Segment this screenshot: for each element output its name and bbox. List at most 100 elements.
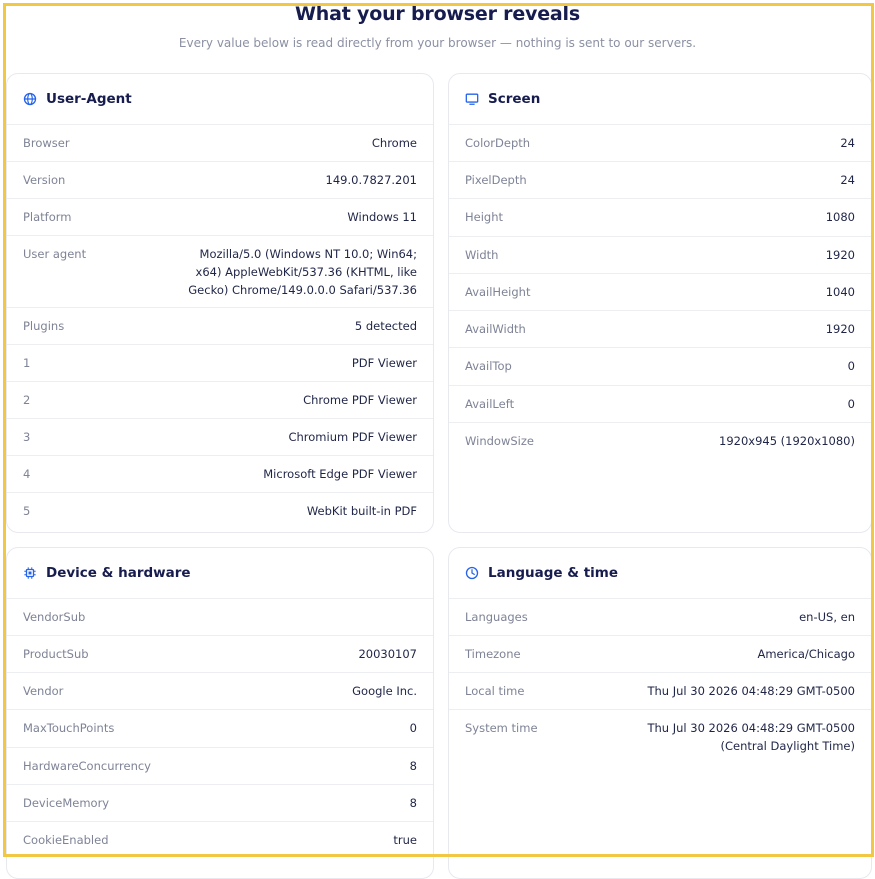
row-label: Vendor: [23, 684, 64, 698]
table-row: HardwareConcurrency 8: [7, 748, 433, 785]
table-row: AvailHeight 1040: [449, 274, 871, 311]
row-label: Version: [23, 173, 66, 187]
row-label: Platform: [23, 210, 72, 224]
row-value: 20030107: [358, 647, 417, 661]
row-value: 1080: [825, 210, 855, 224]
table-row: Width 1920: [449, 237, 871, 274]
row-label: AvailWidth: [465, 322, 526, 336]
table-row: Version 149.0.7827.201: [7, 162, 433, 199]
table-row: System time Thu Jul 30 2026 04:48:29 GMT-…: [449, 710, 871, 766]
table-row: Timezone America/Chicago: [449, 636, 871, 673]
row-label: AvailLeft: [465, 397, 515, 411]
row-label: ColorDepth: [465, 136, 531, 150]
row-value: true: [393, 833, 417, 847]
row-label: DeviceMemory: [23, 796, 110, 810]
row-label: VendorSub: [23, 610, 86, 624]
row-label: Plugins: [23, 319, 65, 333]
table-row: 5 WebKit built-in PDF: [7, 493, 433, 530]
table-row: WindowSize 1920x945 (1920x1080): [449, 423, 871, 460]
row-value: 1920: [825, 322, 855, 336]
row-label: ProductSub: [23, 647, 89, 661]
row-label: 4: [23, 467, 31, 481]
card-header: Device & hardware: [7, 548, 433, 599]
row-label: Width: [465, 248, 499, 262]
clock-icon: [465, 566, 479, 580]
table-row: CookieEnabled true: [7, 822, 433, 859]
card-header: Language & time: [449, 548, 871, 599]
globe-icon: [23, 92, 37, 106]
row-label: Local time: [465, 684, 525, 698]
row-value: Thu Jul 30 2026 04:48:29 GMT-0500: [647, 684, 855, 698]
row-value: 1040: [825, 285, 855, 299]
row-value: 1920: [825, 248, 855, 262]
screen-card: Screen ColorDepth 24 PixelDepth 24 Height 1…: [448, 73, 872, 533]
monitor-icon: [465, 92, 479, 106]
table-row: 3 Chromium PDF Viewer: [7, 419, 433, 456]
table-row: Local time Thu Jul 30 2026 04:48:29 GMT-0…: [449, 673, 871, 710]
row-label: PixelDepth: [465, 173, 527, 187]
row-value: Chrome PDF Viewer: [303, 393, 417, 407]
language-time-card: Language & time Languages en-US, en Timez…: [448, 547, 872, 879]
table-row: ColorDepth 24: [449, 125, 871, 162]
row-label: CookieEnabled: [23, 833, 109, 847]
row-label: MaxTouchPoints: [23, 721, 115, 735]
row-value: Mozilla/5.0 (Windows NT 10.0; Win64; x64…: [188, 247, 417, 297]
row-value: 0: [847, 397, 855, 411]
row-value: 1920x945 (1920x1080): [719, 434, 855, 448]
row-label: 2: [23, 393, 31, 407]
row-value: Google Inc.: [352, 684, 417, 698]
row-value: 24: [840, 173, 855, 187]
row-label: Height: [465, 210, 504, 224]
row-value: 0: [847, 359, 855, 373]
row-label: User agent: [23, 247, 87, 261]
table-row: Platform Windows 11: [7, 199, 433, 236]
table-row: 2 Chrome PDF Viewer: [7, 382, 433, 419]
row-value: Chromium PDF Viewer: [288, 430, 417, 444]
row-value: Chrome: [371, 136, 417, 150]
row-label: System time: [465, 721, 538, 735]
row-label: Browser: [23, 136, 70, 150]
table-row: AvailLeft 0: [449, 386, 871, 423]
card-header: Screen: [449, 74, 871, 125]
table-row: Plugins 5 detected: [7, 308, 433, 345]
row-label: Timezone: [465, 647, 521, 661]
table-row: ProductSub 20030107: [7, 636, 433, 673]
table-row: Vendor Google Inc.: [7, 673, 433, 710]
row-value: Microsoft Edge PDF Viewer: [263, 467, 417, 481]
user-agent-card: User-Agent Browser Chrome Version 149.0.78…: [6, 73, 434, 533]
row-label: Languages: [465, 610, 528, 624]
row-value: Windows 11: [347, 210, 417, 224]
row-value: 8: [409, 759, 417, 773]
card-title: Device & hardware: [46, 565, 191, 581]
table-row: Height 1080: [449, 199, 871, 237]
page-title: What your browser reveals: [295, 3, 580, 25]
row-value: 24: [840, 136, 855, 150]
table-row: Browser Chrome: [7, 125, 433, 162]
row-value: Thu Jul 30 2026 04:48:29 GMT-0500 (Centr…: [647, 721, 855, 753]
row-value: 5 detected: [354, 319, 417, 333]
row-label: 3: [23, 430, 31, 444]
row-value: PDF Viewer: [351, 356, 417, 370]
row-label: AvailHeight: [465, 285, 531, 299]
card-title: Screen: [488, 91, 541, 107]
table-row: VendorSub: [7, 599, 433, 636]
row-label: 5: [23, 504, 31, 518]
table-row: 4 Microsoft Edge PDF Viewer: [7, 456, 433, 493]
row-value: America/Chicago: [757, 647, 855, 661]
table-row: 1 PDF Viewer: [7, 345, 433, 382]
row-label: AvailTop: [465, 359, 512, 373]
row-label: WindowSize: [465, 434, 534, 448]
row-label: HardwareConcurrency: [23, 759, 151, 773]
table-row: User agent Mozilla/5.0 (Windows NT 10.0; …: [7, 236, 433, 308]
table-row: PixelDepth 24: [449, 162, 871, 199]
table-row: AvailWidth 1920: [449, 311, 871, 348]
row-label: 1: [23, 356, 31, 370]
table-row: AvailTop 0: [449, 348, 871, 386]
table-row: Languages en-US, en: [449, 599, 871, 636]
row-value: en-US, en: [799, 610, 855, 624]
page-subtitle: Every value below is read directly from …: [178, 36, 697, 50]
card-title: Language & time: [488, 565, 619, 581]
chip-icon: [23, 566, 37, 580]
row-value: WebKit built-in PDF: [306, 504, 417, 518]
table-row: DeviceMemory 8: [7, 785, 433, 822]
